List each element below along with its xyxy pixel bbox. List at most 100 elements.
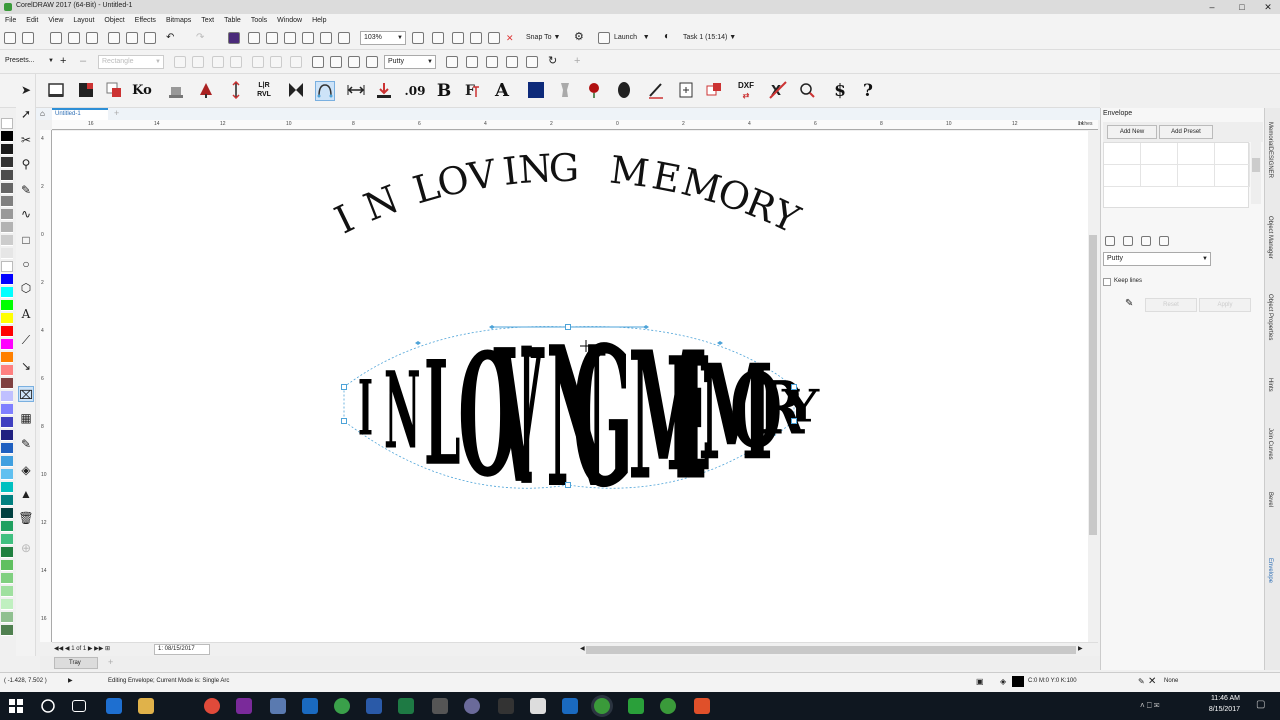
- keep-lines-icon[interactable]: [446, 56, 458, 68]
- palette-swatch[interactable]: [1, 547, 13, 558]
- export-svg-icon[interactable]: [338, 32, 350, 44]
- menu-object[interactable]: Object: [99, 14, 129, 27]
- minimize-button[interactable]: –: [1200, 1, 1224, 13]
- apply-button[interactable]: Apply: [1199, 298, 1251, 312]
- envelope-text-letter[interactable]: L: [424, 329, 461, 498]
- snap-to-dropdown[interactable]: Snap To ▼: [526, 32, 560, 44]
- save-icon[interactable]: [50, 32, 62, 44]
- macro-zoom-icon[interactable]: [797, 81, 817, 101]
- add-preset-button[interactable]: Add Preset: [1159, 125, 1213, 139]
- macro-decimal-icon[interactable]: .09: [402, 81, 428, 101]
- app-icon-p[interactable]: [562, 698, 578, 714]
- palette-swatch[interactable]: [1, 170, 13, 181]
- macro-vertical-align-icon[interactable]: [226, 80, 246, 101]
- arc-text-letter[interactable]: G: [549, 146, 580, 190]
- palette-swatch[interactable]: [1, 248, 13, 259]
- remove-preset-icon[interactable]: –: [80, 55, 86, 67]
- palette-swatch[interactable]: [1, 235, 13, 246]
- envelope-node[interactable]: [341, 384, 347, 390]
- palette-swatch[interactable]: [1, 274, 13, 285]
- macro-no-x-icon[interactable]: X: [768, 81, 788, 101]
- task-view-icon[interactable]: [72, 700, 86, 712]
- docker-mapping-mode-combo[interactable]: Putty ▼: [1103, 252, 1211, 266]
- app-icon-m[interactable]: [464, 698, 480, 714]
- menu-help[interactable]: Help: [307, 14, 331, 27]
- palette-swatch[interactable]: [1, 287, 13, 298]
- cortana-search-icon[interactable]: [40, 698, 56, 714]
- copy-envelope-properties-icon[interactable]: [466, 56, 478, 68]
- side-tab-object-manager[interactable]: Object Manager: [1267, 216, 1273, 259]
- system-tray-icons[interactable]: ˄ ⎕ ✉: [1140, 701, 1159, 711]
- palette-swatch[interactable]: [1, 365, 13, 376]
- macro-font-a-icon[interactable]: A: [492, 81, 512, 101]
- app-icon-green[interactable]: [334, 698, 350, 714]
- transparency-tool-icon[interactable]: ▦: [18, 410, 34, 426]
- menu-layout[interactable]: Layout: [68, 14, 99, 27]
- menu-table[interactable]: Table: [219, 14, 246, 27]
- shape-tool-icon[interactable]: ➚: [18, 106, 34, 122]
- macro-rectangle-frame-icon[interactable]: [46, 81, 66, 101]
- macro-bold-b-icon[interactable]: B: [434, 81, 454, 101]
- macro-ko-icon[interactable]: Ko: [132, 81, 152, 101]
- palette-swatch[interactable]: [1, 131, 13, 142]
- page-tab[interactable]: 1: 08/15/2017: [154, 644, 210, 655]
- macro-horizontal-arrow-icon[interactable]: [346, 81, 366, 101]
- mapping-mode-combo[interactable]: Putty ▼: [384, 55, 436, 69]
- palette-swatch[interactable]: [1, 456, 13, 467]
- palette-swatch[interactable]: [1, 573, 13, 584]
- full-screen-preview-icon[interactable]: [412, 32, 424, 44]
- side-tab-object-properties[interactable]: Object Properties: [1267, 294, 1273, 340]
- cut-icon[interactable]: [108, 32, 120, 44]
- palette-swatch[interactable]: [1, 586, 13, 597]
- side-tab-bevel[interactable]: Bevel: [1267, 492, 1273, 507]
- toggle-icon[interactable]: ◐: [664, 31, 670, 43]
- text-tool-icon[interactable]: A: [18, 306, 34, 322]
- keep-lines-checkbox[interactable]: [1103, 278, 1111, 286]
- palette-swatch[interactable]: [1, 482, 13, 493]
- tab-untitled-1[interactable]: Untitled-1: [52, 108, 108, 120]
- play-icon[interactable]: ▶: [68, 677, 73, 684]
- macro-oval-icon[interactable]: [614, 81, 634, 101]
- macro-font-tool-icon[interactable]: F: [462, 81, 482, 101]
- macro-stamp-icon[interactable]: [166, 81, 186, 101]
- macro-blue-square-icon[interactable]: [526, 81, 546, 101]
- interactive-fill-icon[interactable]: ◈: [18, 462, 34, 478]
- menu-file[interactable]: File: [0, 14, 21, 27]
- palette-swatch[interactable]: [1, 209, 13, 220]
- gear-icon[interactable]: ⚙: [574, 31, 584, 43]
- side-tab-memorialdesigner[interactable]: MemorialDESIGNER: [1267, 122, 1273, 178]
- envelope-text-letter[interactable]: N: [384, 348, 421, 472]
- menu-text[interactable]: Text: [196, 14, 219, 27]
- envelope-node[interactable]: [791, 384, 797, 390]
- add-nodes-icon[interactable]: [174, 56, 186, 68]
- macro-pen-icon[interactable]: [646, 81, 666, 101]
- vertical-scrollbar[interactable]: [1088, 131, 1098, 643]
- new-tab-icon[interactable]: +: [114, 108, 119, 118]
- app-icon-gear[interactable]: [498, 698, 514, 714]
- show-guidelines-icon[interactable]: [452, 32, 464, 44]
- macro-red-square-icon[interactable]: [104, 81, 124, 101]
- add-tray-icon[interactable]: +: [108, 657, 113, 667]
- macro-add-page-icon[interactable]: [676, 81, 696, 101]
- palette-swatch[interactable]: [1, 183, 13, 194]
- macro-vase-icon[interactable]: [555, 81, 575, 101]
- zoom-level-combo[interactable]: 103% ▼: [360, 31, 406, 45]
- scroll-left-icon[interactable]: ◀: [580, 645, 585, 652]
- macro-black-square-icon[interactable]: [76, 81, 96, 101]
- arc-text-letter[interactable]: I: [328, 196, 361, 242]
- maximize-button[interactable]: □: [1230, 1, 1254, 13]
- excel-icon[interactable]: [398, 698, 414, 714]
- palette-swatch[interactable]: [1, 313, 13, 324]
- options-grid-icon[interactable]: [488, 32, 500, 44]
- freehand-tool-icon[interactable]: ✎: [18, 182, 34, 198]
- palette-swatch[interactable]: [1, 417, 13, 428]
- drawing-canvas[interactable]: INLOVINGMEMORYINLOVINGMEMORY: [52, 131, 1098, 643]
- close-button[interactable]: ✕: [1256, 1, 1280, 13]
- palette-swatch[interactable]: [1, 378, 13, 389]
- onenote-icon[interactable]: [236, 698, 252, 714]
- break-curve-icon[interactable]: [230, 56, 242, 68]
- add-new-button[interactable]: Add New: [1107, 125, 1157, 139]
- calculator-icon[interactable]: [432, 698, 448, 714]
- macro-envelope-arc-icon[interactable]: [315, 81, 335, 101]
- windows-start-icon[interactable]: [8, 698, 24, 714]
